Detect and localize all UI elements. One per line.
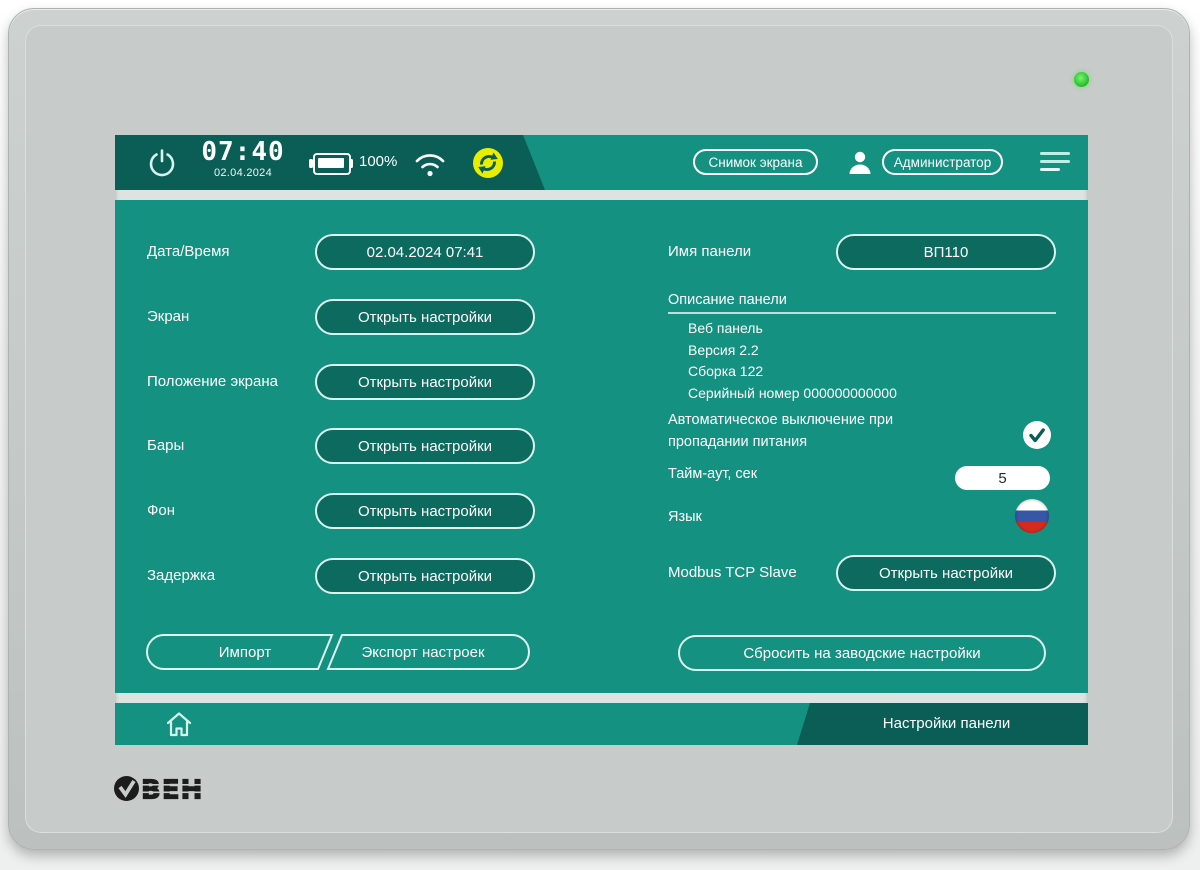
sync-refresh-icon[interactable] (473, 148, 503, 178)
description-line-web-panel: Веб панель (688, 318, 897, 340)
datetime-button[interactable]: 02.04.2024 07:41 (315, 234, 535, 270)
row-label-screen: Экран (147, 299, 189, 335)
delay-settings-button[interactable]: Открыть настройки (315, 558, 535, 594)
panel-name-label: Имя панели (668, 234, 751, 270)
import-button-label[interactable]: Импорт (219, 644, 272, 661)
screenshot-root: 07:40 02.04.2024 100% (0, 0, 1200, 870)
panel-description-divider (668, 312, 1056, 314)
menu-icon[interactable] (1040, 152, 1070, 171)
screen-position-settings-button[interactable]: Открыть настройки (315, 364, 535, 400)
description-line-serial: Серийный номер 000000000000 (688, 383, 897, 405)
battery-percent: 100% (359, 153, 397, 170)
language-label: Язык (668, 500, 702, 534)
row-label-background: Фон (147, 493, 175, 529)
bars-settings-button[interactable]: Открыть настройки (315, 428, 535, 464)
screen-settings-button[interactable]: Открыть настройки (315, 299, 535, 335)
panel-description-lines: Веб панель Версия 2.2 Сборка 122 Серийны… (688, 318, 897, 404)
timeout-label: Тайм-аут, сек (668, 462, 757, 486)
modbus-settings-button[interactable]: Открыть настройки (836, 555, 1056, 591)
logo-o-mark (114, 776, 139, 801)
timeout-input[interactable] (955, 466, 1050, 490)
background-settings-button[interactable]: Открыть настройки (315, 493, 535, 529)
panel-description-title: Описание панели (668, 292, 787, 308)
logo-slit (141, 792, 203, 794)
logo-slit (141, 784, 203, 786)
panel-name-button[interactable]: ВП110 (836, 234, 1056, 270)
row-label-bars: Бары (147, 428, 184, 464)
row-label-delay: Задержка (147, 558, 215, 594)
export-button-label[interactable]: Экспорт настроек (361, 644, 485, 661)
header-bar: 07:40 02.04.2024 100% (115, 135, 1088, 190)
row-label-screen-position: Положение экрана (147, 364, 278, 400)
row-label-datetime: Дата/Время (147, 234, 230, 270)
settings-content: Дата/Время 02.04.2024 07:41 Экран Открыт… (115, 200, 1088, 693)
import-export-group: Импорт Экспорт настроек (145, 633, 531, 671)
clock-date: 02.04.2024 (195, 167, 291, 179)
home-button[interactable] (163, 709, 195, 744)
header-clock: 07:40 02.04.2024 (195, 137, 291, 179)
battery-icon (309, 151, 353, 175)
clock-time: 07:40 (195, 137, 291, 167)
checkmark-icon (1023, 421, 1051, 449)
auto-power-off-checkbox[interactable] (1023, 421, 1051, 449)
auto-power-off-label: Автоматическое выключение при пропадании… (668, 409, 960, 453)
panel-screen: 07:40 02.04.2024 100% (115, 135, 1088, 745)
owen-logo: ВЕН (114, 775, 204, 807)
description-line-version: Версия 2.2 (688, 340, 897, 362)
factory-reset-button[interactable]: Сбросить на заводские настройки (678, 635, 1046, 671)
footer-bar: Настройки панели (115, 703, 1088, 745)
modbus-label: Modbus TCP Slave (668, 555, 797, 591)
power-icon[interactable] (145, 146, 179, 185)
wifi-icon (411, 148, 449, 183)
home-icon (163, 709, 195, 739)
page-title: Настройки панели (815, 703, 1078, 745)
language-flag-russian[interactable] (1015, 499, 1049, 533)
power-led (1074, 72, 1089, 87)
screenshot-button[interactable]: Снимок экрана (693, 149, 818, 175)
description-line-build: Сборка 122 (688, 361, 897, 383)
logo-letters: ВЕН (141, 776, 203, 803)
user-role-button[interactable]: Администратор (882, 149, 1003, 175)
user-icon[interactable] (846, 148, 874, 181)
